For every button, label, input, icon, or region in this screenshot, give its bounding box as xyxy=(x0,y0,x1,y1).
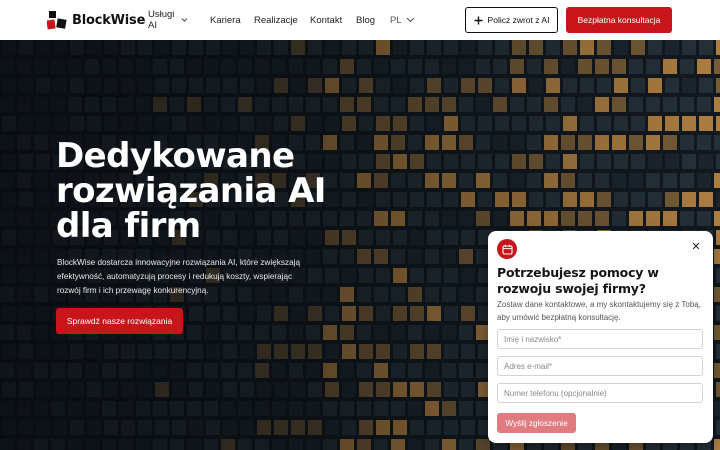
chevron-down-icon xyxy=(406,17,415,23)
hero-title-line: Dedykowane xyxy=(56,136,295,176)
roi-calculator-label: Policz zwrot z AI xyxy=(487,15,550,25)
submit-button[interactable]: Wyślij zgłoszenie xyxy=(497,413,576,433)
close-icon[interactable]: ✕ xyxy=(690,241,702,253)
phone-field[interactable] xyxy=(497,383,703,403)
nav-label: Kontakt xyxy=(310,14,343,26)
widget-description: Zostaw dane kontaktowe, a my skontaktuje… xyxy=(497,300,701,322)
nav-label: Blog xyxy=(356,14,376,26)
blockwise-logo-icon xyxy=(47,11,67,30)
nav-label: Usługi AI xyxy=(148,9,175,31)
nav-label: Realizacje xyxy=(254,14,298,26)
widget-icon-badge xyxy=(497,239,517,259)
see-solutions-button[interactable]: Sprawdź nasze rozwiązania xyxy=(56,308,183,334)
nav-item-realizacje[interactable]: Realizacje xyxy=(254,15,298,26)
name-field[interactable] xyxy=(497,329,703,349)
hero-title-line: dla firm xyxy=(56,206,201,246)
nav-label: Kariera xyxy=(210,14,241,26)
language-label: PL xyxy=(390,14,402,26)
nav-item-kontakt[interactable]: Kontakt xyxy=(310,15,342,26)
nav-item-kariera[interactable]: Kariera xyxy=(210,15,241,26)
logo[interactable]: BlockWise xyxy=(47,10,145,30)
calendar-icon xyxy=(501,244,513,255)
nav-item-uslugi-ai[interactable]: Usługi AI xyxy=(148,9,187,31)
roi-calculator-button[interactable]: Policz zwrot z AI xyxy=(465,7,558,33)
logo-text: BlockWise xyxy=(72,12,146,28)
hero-title-line: rozwiązania AI xyxy=(56,171,326,211)
free-consultation-button[interactable]: Bezpłatna konsultacja xyxy=(566,7,672,33)
language-select[interactable]: PL xyxy=(390,15,415,26)
email-field[interactable] xyxy=(497,356,703,376)
hero-description: BlockWise dostarcza innowacyjne rozwiąza… xyxy=(57,258,300,295)
hero-title: Dedykowane rozwiązania AI dla firm xyxy=(56,139,356,244)
site-header: BlockWise Usługi AI Kariera Realizacje K… xyxy=(0,0,720,40)
widget-title: Potrzebujesz pomocy w rozwoju swojej fir… xyxy=(497,265,659,296)
plus-icon xyxy=(474,16,483,24)
contact-widget: ✕ Potrzebujesz pomocy w rozwoju swojej f… xyxy=(488,231,713,443)
chevron-down-icon xyxy=(181,18,187,22)
nav-item-blog[interactable]: Blog xyxy=(356,15,375,26)
